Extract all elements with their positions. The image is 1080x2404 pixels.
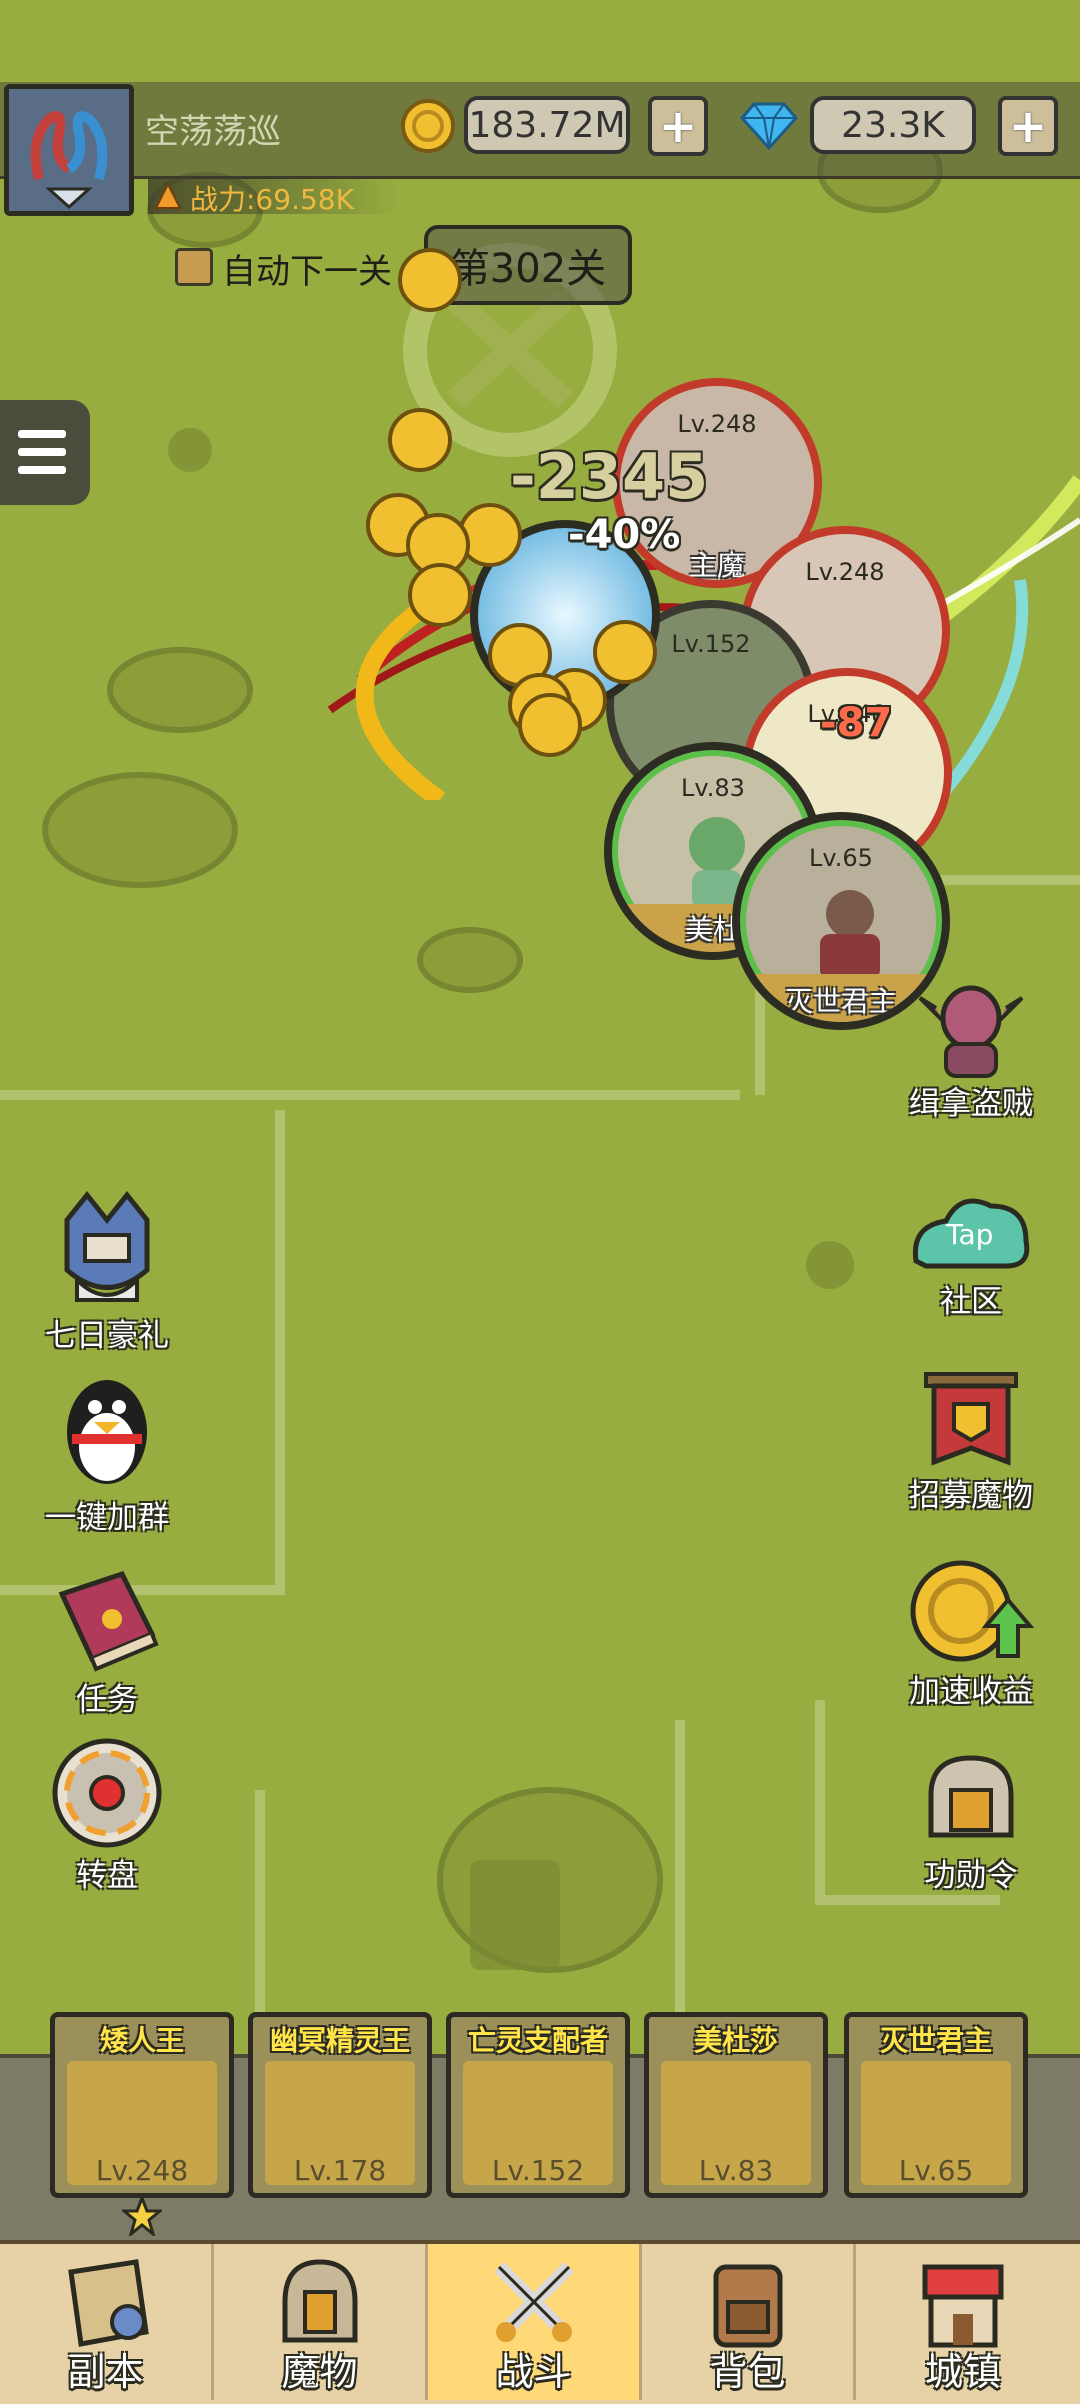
quest-book-icon [58, 1570, 159, 1672]
small-damage-number: -87 [820, 700, 893, 746]
add-gold-button[interactable]: + [648, 96, 708, 156]
hero-level: Lv.178 [293, 2154, 387, 2187]
tab-bag[interactable]: 背包 [642, 2244, 856, 2400]
power-icon [154, 182, 182, 209]
hero-card[interactable]: 亡灵支配者 Lv.152 [446, 2012, 630, 2198]
goblin-thief-icon [918, 985, 1024, 1078]
player-name: 空荡荡巡 [145, 112, 281, 152]
tab-battle[interactable]: 战斗 [428, 2244, 642, 2400]
monster-helmet-icon [282, 2259, 357, 2343]
menu-icon [18, 430, 66, 438]
hero-name: 亡灵支配者 [467, 2024, 608, 2057]
tab-monsters[interactable]: 魔物 [214, 2244, 428, 2400]
hero-name: 矮人王 [99, 2024, 184, 2057]
twin-dragon-icon [9, 89, 129, 211]
hero-level: Lv.152 [491, 2154, 585, 2187]
tab-label: 副本 [67, 2350, 144, 2394]
power-panel: 战力:69.58K [148, 176, 398, 216]
hero-name: 灭世君主 [879, 2024, 992, 2057]
merit-order-label: 功勋令 [924, 1858, 1018, 1894]
monster-level: Lv.65 [809, 844, 873, 872]
debuff-text: -40% [568, 512, 681, 558]
community-label: 社区 [940, 1284, 1002, 1320]
roulette-button[interactable]: 转盘 [22, 1736, 192, 1895]
plus-icon: + [658, 99, 698, 153]
tab-label: 背包 [709, 2350, 786, 2394]
player-avatar[interactable] [4, 84, 134, 216]
join-group-label: 一键加群 [45, 1500, 169, 1536]
hero-level: Lv.65 [898, 2154, 974, 2187]
merit-helmet-icon [928, 1755, 1014, 1838]
tab-dungeon[interactable]: 副本 [0, 2244, 214, 2400]
tab-town[interactable]: 城镇 [856, 2244, 1070, 2400]
add-gem-button[interactable]: + [998, 96, 1058, 156]
roulette-wheel-icon [52, 1738, 162, 1848]
recruit-monster-button[interactable]: 招募魔物 [886, 1370, 1056, 1515]
quest-button[interactable]: 任务 [22, 1564, 192, 1719]
menu-icon-bar [18, 466, 66, 474]
catch-thief-button[interactable]: 缉拿盗贼 [886, 978, 1056, 1123]
hero-level: Lv.248 [95, 2154, 189, 2187]
hero-card[interactable]: 矮人王 Lv.248 [50, 2012, 234, 2198]
damage-number: -2345 [510, 440, 709, 513]
menu-button[interactable] [0, 400, 90, 505]
map-scroll-icon [67, 2259, 149, 2347]
taptap-icon: Tap [912, 1198, 1030, 1269]
hero-card[interactable]: 灭世君主 Lv.65 [844, 2012, 1028, 2198]
community-button[interactable]: Tap 社区 [886, 1186, 1056, 1321]
recruit-monster-label: 招募魔物 [909, 1478, 1033, 1514]
auto-next-checkbox[interactable] [175, 248, 213, 286]
plus-icon: + [1008, 99, 1048, 153]
menu-icon-bar [18, 448, 66, 456]
quest-label: 任务 [76, 1682, 138, 1718]
overlord-portrait-icon [820, 890, 880, 980]
leader-star-icon [122, 2196, 162, 2236]
monster-level: Lv.248 [805, 558, 885, 586]
crossed-swords-icon [493, 2262, 574, 2342]
power-value: 战力:69.58K [190, 183, 354, 216]
diamond-icon [740, 102, 798, 151]
shop-building-icon [922, 2264, 1004, 2348]
hero-name: 幽冥精灵王 [269, 2024, 410, 2057]
hero-name: 美杜莎 [693, 2024, 778, 2057]
tab-label: 城镇 [924, 2350, 1001, 2394]
tab-label: 战斗 [495, 2350, 572, 2394]
gold-amount: 183.72M [464, 96, 630, 154]
recruit-banner-icon [924, 1372, 1018, 1466]
merit-order-button[interactable]: 功勋令 [886, 1750, 1056, 1895]
roulette-label: 转盘 [76, 1858, 138, 1894]
speed-up-income-button[interactable]: 加速收益 [886, 1556, 1056, 1711]
seven-day-gift-button[interactable]: 七日豪礼 [22, 1190, 192, 1355]
knight-helmet-icon [64, 1190, 150, 1302]
gold-coin-icon [401, 99, 455, 153]
hero-level: Lv.83 [698, 2154, 774, 2187]
penguin-icon [67, 1380, 147, 1484]
tab-label: 魔物 [281, 2350, 358, 2394]
join-group-button[interactable]: 一键加群 [22, 1372, 192, 1537]
gold-coin-boost-icon [910, 1560, 1035, 1662]
seven-day-gift-label: 七日豪礼 [45, 1318, 169, 1354]
hero-card[interactable]: 美杜莎 Lv.83 [644, 2012, 828, 2198]
taptap-text: Tap [945, 1218, 993, 1251]
hero-card[interactable]: 幽冥精灵王 Lv.178 [248, 2012, 432, 2198]
speed-up-income-label: 加速收益 [909, 1674, 1033, 1710]
gem-amount: 23.3K [810, 96, 976, 154]
catch-thief-label: 缉拿盗贼 [909, 1086, 1033, 1122]
backpack-icon [713, 2264, 782, 2348]
